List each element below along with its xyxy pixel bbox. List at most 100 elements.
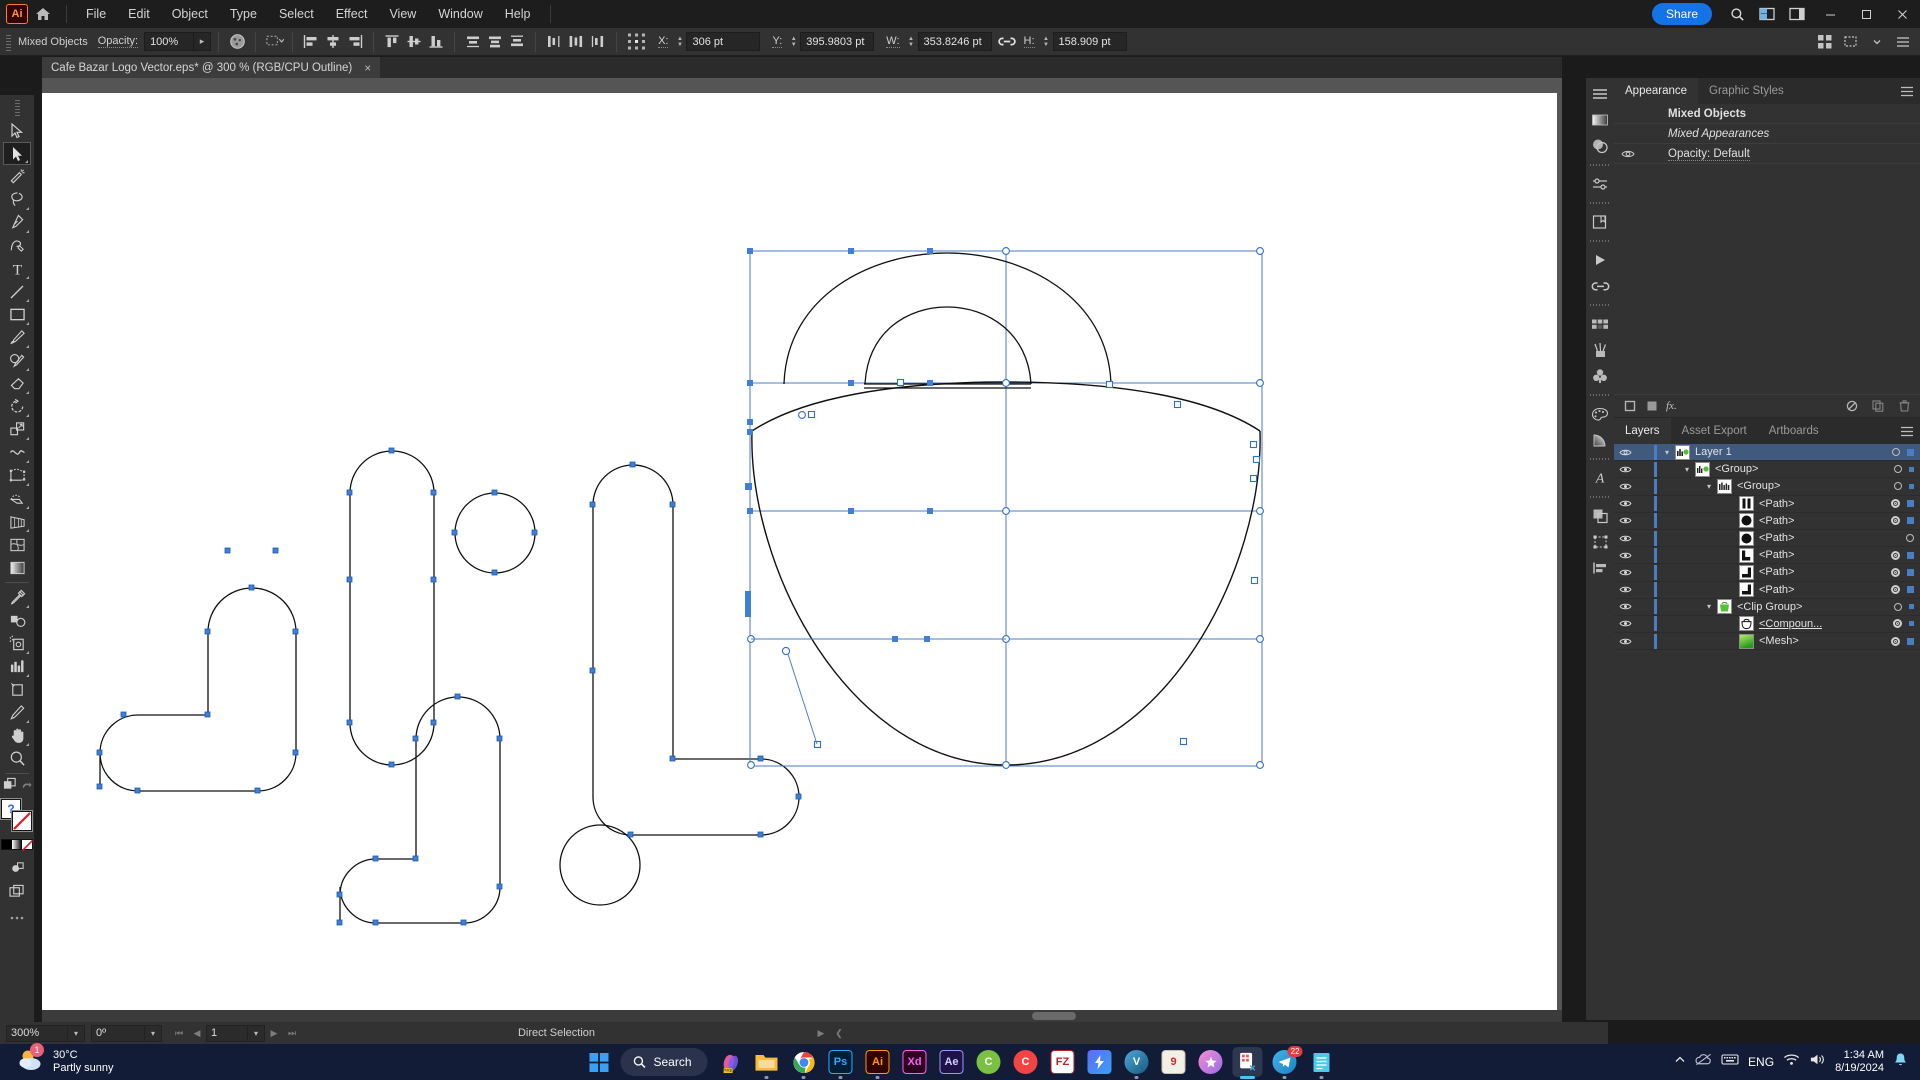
target-indicator[interactable] [1893, 619, 1902, 629]
visibility-eye-icon[interactable] [1614, 602, 1636, 611]
taskbar-app-telegram[interactable]: 22 [1270, 1046, 1303, 1079]
align-right-icon[interactable] [344, 31, 366, 53]
selection-indicator[interactable] [1909, 604, 1914, 610]
arrange-documents-icon[interactable] [1752, 0, 1782, 28]
y-input[interactable]: 395.9803 pt [800, 32, 875, 51]
keyboard-icon[interactable] [1721, 1053, 1739, 1071]
visibility-eye-icon[interactable] [1614, 619, 1636, 628]
layer-name[interactable]: <Group> [1715, 463, 1758, 475]
x-stepper[interactable]: ▲ ▼ [673, 32, 686, 51]
visibility-eye-icon[interactable] [1614, 482, 1636, 491]
taskbar-app-c-red[interactable]: C [1011, 1047, 1041, 1077]
color-swatch-black[interactable] [2, 840, 12, 849]
menu-effect[interactable]: Effect [325, 2, 379, 26]
layer-name[interactable]: <Path> [1759, 515, 1794, 527]
shaper-tool[interactable] [3, 349, 31, 372]
recolor-artwork-icon[interactable] [226, 31, 248, 53]
taskbar-app-filezilla[interactable]: FZ [1048, 1047, 1078, 1077]
distribute-center-h-icon[interactable] [565, 31, 587, 53]
align-middle-icon[interactable] [403, 31, 425, 53]
gradient-panel-icon[interactable] [1588, 107, 1612, 133]
reference-point-icon[interactable] [624, 31, 650, 53]
target-indicator[interactable] [1894, 482, 1902, 491]
properties-panel-icon[interactable] [1588, 171, 1612, 197]
x-input[interactable]: 306 pt [686, 32, 761, 51]
type-tool[interactable]: T [3, 257, 31, 280]
column-graph-tool[interactable] [3, 655, 31, 678]
visibility-eye-icon[interactable] [1614, 499, 1636, 508]
shape-builder-tool[interactable] [3, 487, 31, 510]
rotate-view-input[interactable]: 0º [91, 1024, 145, 1042]
selection-tool[interactable] [3, 119, 31, 142]
artboard-tool[interactable] [3, 678, 31, 701]
taskbar-app-after-effects[interactable]: Ae [937, 1047, 967, 1077]
menu-object[interactable]: Object [161, 2, 219, 26]
selection-indicator[interactable] [1907, 448, 1914, 456]
curvature-tool[interactable] [3, 234, 31, 257]
target-indicator[interactable] [1894, 602, 1902, 611]
mesh-tool[interactable] [3, 533, 31, 556]
layer-row-path-5[interactable]: <Path> [1614, 564, 1920, 582]
expand-chevron-icon[interactable]: ▾ [1701, 482, 1717, 491]
visibility-eye-icon[interactable] [1614, 516, 1636, 525]
appearance-row-opacity[interactable]: Opacity: Default [1614, 144, 1920, 164]
visibility-eye-icon[interactable] [1614, 637, 1636, 646]
target-indicator[interactable] [1891, 636, 1900, 646]
target-indicator[interactable] [1891, 516, 1900, 526]
taskbar-app-idm[interactable] [1085, 1047, 1115, 1077]
brushes-panel-icon[interactable] [1588, 337, 1612, 363]
clear-appearance-icon[interactable] [1844, 398, 1860, 414]
selection-indicator[interactable] [1909, 483, 1914, 489]
width-tool[interactable] [3, 441, 31, 464]
layer-name[interactable]: <Group> [1737, 480, 1780, 492]
document-tab[interactable]: Cafe Bazar Logo Vector.eps* @ 300 % (RGB… [42, 57, 381, 78]
layer-row-layer-1[interactable]: ▾ Layer 1 [1614, 444, 1920, 462]
layer-row-group-2[interactable]: ▾ <Group> [1614, 478, 1920, 496]
selection-indicator[interactable] [1909, 621, 1914, 627]
wifi-icon[interactable] [1783, 1053, 1800, 1071]
zoom-tool[interactable] [3, 747, 31, 770]
control-bar-menu-icon[interactable] [1892, 31, 1914, 53]
control-bar-chevron-icon[interactable] [1866, 31, 1888, 53]
perspective-grid-tool[interactable] [3, 510, 31, 533]
eraser-tool[interactable] [3, 372, 31, 395]
target-indicator[interactable] [1894, 465, 1902, 474]
expand-chevron-icon[interactable]: ▾ [1659, 448, 1675, 457]
last-artboard-icon[interactable]: ⏭ [283, 1024, 301, 1042]
tab-layers[interactable]: Layers [1614, 418, 1671, 444]
layer-row-path-1[interactable]: <Path> [1614, 496, 1920, 513]
w-stepper[interactable]: ▲ ▼ [905, 32, 918, 51]
symbols-panel-icon[interactable] [1588, 363, 1612, 389]
scale-tool[interactable] [3, 418, 31, 441]
layer-row-path-3[interactable]: <Path> [1614, 530, 1920, 548]
gradient-tool[interactable] [3, 556, 31, 579]
zoom-dropdown-icon[interactable]: ▾ [68, 1024, 85, 1042]
color-guide-panel-icon[interactable] [1588, 427, 1612, 453]
target-indicator[interactable] [1892, 448, 1900, 457]
duplicate-item-icon[interactable] [1870, 398, 1886, 414]
control-bar-grip[interactable] [4, 31, 13, 52]
selection-indicator[interactable] [1909, 466, 1914, 472]
tab-asset-export[interactable]: Asset Export [1671, 418, 1758, 444]
chain-link-icon[interactable] [996, 31, 1018, 53]
opacity-flyout-icon[interactable]: ▸ [194, 32, 212, 51]
target-indicator[interactable] [1891, 550, 1900, 560]
change-screen-mode-icon[interactable] [21, 778, 32, 796]
taskbar-app-illustrator[interactable]: Ai [863, 1047, 893, 1079]
distribute-left-icon[interactable] [543, 31, 565, 53]
next-artboard-icon[interactable]: ▶ [265, 1024, 283, 1042]
layer-name[interactable]: <Clip Group> [1737, 601, 1802, 613]
layer-row-path-2[interactable]: <Path> [1614, 513, 1920, 530]
gradient-swatch[interactable] [12, 840, 22, 849]
stroke-swatch[interactable] [12, 811, 32, 831]
target-indicator[interactable] [1906, 534, 1914, 543]
zoom-level-input[interactable]: 300% [6, 1024, 68, 1042]
layer-name[interactable]: <Mesh> [1759, 635, 1799, 647]
layer-row-path-4[interactable]: <Path> [1614, 547, 1920, 565]
taskbar-app-xd[interactable]: Xd [900, 1047, 930, 1077]
links-panel-icon[interactable] [1588, 273, 1612, 299]
menu-type[interactable]: Type [219, 2, 268, 26]
slice-tool[interactable] [3, 701, 31, 724]
minimize-button[interactable] [1812, 0, 1848, 28]
target-indicator[interactable] [1891, 499, 1900, 509]
